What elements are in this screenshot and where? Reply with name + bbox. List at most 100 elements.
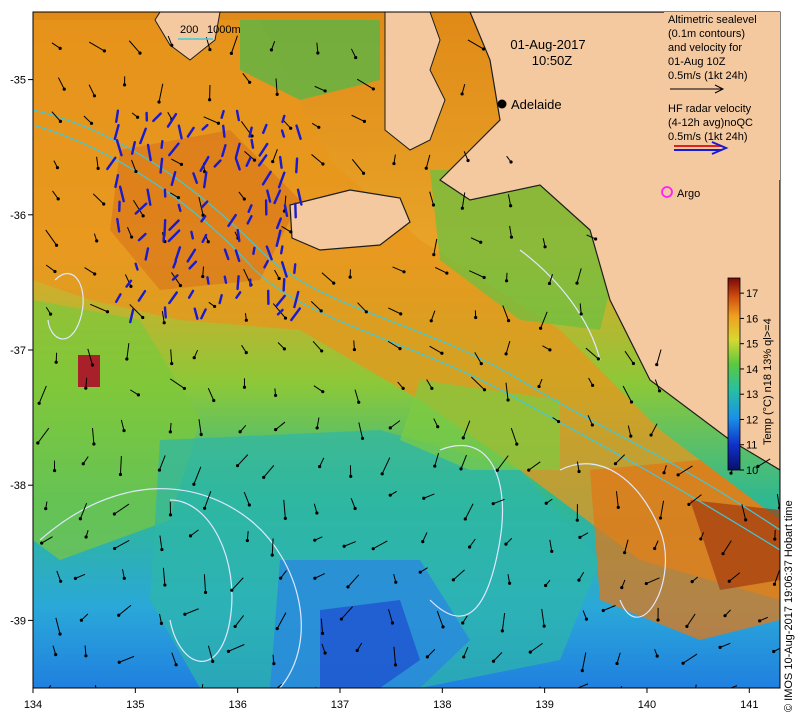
altimetry-arrow-head xyxy=(188,534,193,538)
altimetry-arrow-head xyxy=(371,87,375,91)
altimetry-arrow-head xyxy=(509,235,514,239)
altimetry-arrow-head xyxy=(504,542,508,546)
altimetry-arrow-head xyxy=(629,434,633,438)
colorbar-tick-label: 11 xyxy=(746,440,757,452)
altimetry-arrow-head xyxy=(772,582,777,586)
altimetry-arrow-head xyxy=(125,357,129,361)
altimetry-arrow-head xyxy=(168,513,173,517)
altimetry-arrow-head xyxy=(575,518,579,522)
altimetry-arrow-head xyxy=(136,393,141,397)
altimetry-arrow-head xyxy=(73,576,78,580)
altimetry-arrow-head xyxy=(613,462,618,466)
colorbar-tick-label: 13 xyxy=(746,389,758,401)
altimetry-arrow xyxy=(158,694,162,709)
altimetry-arrow-head xyxy=(657,389,662,393)
altimetry-arrow-head xyxy=(52,468,57,473)
altimetry-arrow-head xyxy=(174,663,178,667)
colorbar-tick-label: 16 xyxy=(746,313,758,325)
altimetry-arrow-head xyxy=(269,48,274,52)
altimetry-arrow-head xyxy=(655,362,659,367)
altimetry-arrow-head xyxy=(95,239,99,243)
legend: Altimetric sealevel (0.1m contours) and … xyxy=(664,12,780,180)
altimetry-arrow-head xyxy=(238,430,242,434)
radar-arrow xyxy=(177,203,182,213)
altimetry-arrow-head xyxy=(727,579,731,583)
altimetry-arrow-head xyxy=(208,47,212,52)
altimetry-arrow-head xyxy=(718,645,722,649)
altimetry-arrow-head xyxy=(509,700,512,703)
altimetry-arrow-head xyxy=(676,473,680,477)
altimetry-arrow-head xyxy=(623,551,627,555)
altimetry-arrow-head xyxy=(744,518,748,522)
altimetry-arrow-head xyxy=(504,279,509,283)
scale-label-1000m: 1000m xyxy=(207,24,241,36)
altimetry-arrow-head xyxy=(463,517,467,521)
altimetry-arrow-head xyxy=(429,319,433,323)
altimetry-arrow-head xyxy=(349,474,353,479)
altimetry-arrow-head xyxy=(500,629,504,633)
altimetry-arrow xyxy=(509,692,510,701)
lat-tick-label: -36 xyxy=(10,210,26,222)
altimetry-arrow-head xyxy=(482,275,486,280)
altimetry-arrow-head xyxy=(773,537,777,541)
altimetry-arrow-head xyxy=(56,197,60,201)
altimetry-arrow-head xyxy=(84,654,88,658)
altimetry-arrow-head xyxy=(542,624,546,628)
altimetry-arrow-head xyxy=(515,442,519,446)
radar-arrow xyxy=(162,231,166,243)
altimetry-arrow-head xyxy=(371,547,375,551)
altimetry-arrow-head xyxy=(199,432,203,437)
altimetry-arrow-head xyxy=(350,700,353,703)
altimetry-arrow xyxy=(766,689,774,696)
altimetry-arrow-head xyxy=(279,576,283,580)
altimetry-arrow-head xyxy=(758,619,762,623)
altimetry-arrow-head xyxy=(112,512,116,516)
altimetry-arrow-head xyxy=(208,98,212,102)
altimetry-arrow-head xyxy=(467,545,472,549)
altimetry-arrow-head xyxy=(772,649,776,654)
altimetry-arrow-head xyxy=(122,576,126,580)
altimetry-arrow-head xyxy=(425,655,429,659)
altimetry-arrow-head xyxy=(89,121,94,125)
altimetry-arrow-head xyxy=(644,581,648,586)
radar-arrow xyxy=(279,245,284,255)
altimetry-arrow-head xyxy=(274,428,278,432)
altimetry-arrow-head xyxy=(211,659,215,663)
altimetry-arrow-head xyxy=(662,471,666,475)
altimetry-arrow-head xyxy=(135,115,140,119)
altimetry-arrow-head xyxy=(138,51,142,55)
altimetry-arrow-head xyxy=(289,230,293,234)
altimetry-arrow-head xyxy=(360,436,365,441)
altimetry-arrow-head xyxy=(55,166,60,170)
latitude-axis: -35 -36 -37 -38 -39 xyxy=(10,75,33,627)
altimetry-arrow-head xyxy=(527,468,531,472)
altimetry-arrow-head xyxy=(272,662,276,666)
altimetry-arrow-head xyxy=(441,625,445,629)
altimetry-arrow-head xyxy=(283,316,288,320)
altimetry-arrow-head xyxy=(273,393,278,398)
altimetry-arrow-head xyxy=(718,691,721,694)
altimetry-arrow-head xyxy=(226,649,231,653)
altimetry-arrow-head xyxy=(590,383,595,387)
altimetry-arrow-head xyxy=(544,501,548,505)
altimetry-arrow-head xyxy=(690,580,694,584)
altimetry-arrow-head xyxy=(179,162,184,167)
altimetry-arrow-head xyxy=(461,621,465,625)
radar-arrow xyxy=(252,246,256,255)
altimetry-arrow-head xyxy=(48,312,53,316)
radar-arrow xyxy=(159,157,164,174)
radar-arrow xyxy=(295,157,299,174)
altimetry-arrow-head xyxy=(245,538,249,543)
altimetry-arrow-head xyxy=(36,441,40,445)
altimetry-arrow-head xyxy=(78,517,82,521)
altimetry-arrow-head xyxy=(445,271,449,275)
altimetry-arrow-head xyxy=(213,304,217,309)
altimetry-arrow-head xyxy=(547,281,552,286)
altimetry-arrow-head xyxy=(651,694,654,697)
altimetry-arrow-head xyxy=(244,318,248,322)
legend-alt-line-3: and velocity for xyxy=(668,42,742,54)
altimetry-arrow-head xyxy=(548,348,552,352)
lon-tick-label: 135 xyxy=(126,699,144,711)
radar-arrow xyxy=(293,263,297,275)
altimetry-arrow xyxy=(652,688,656,695)
